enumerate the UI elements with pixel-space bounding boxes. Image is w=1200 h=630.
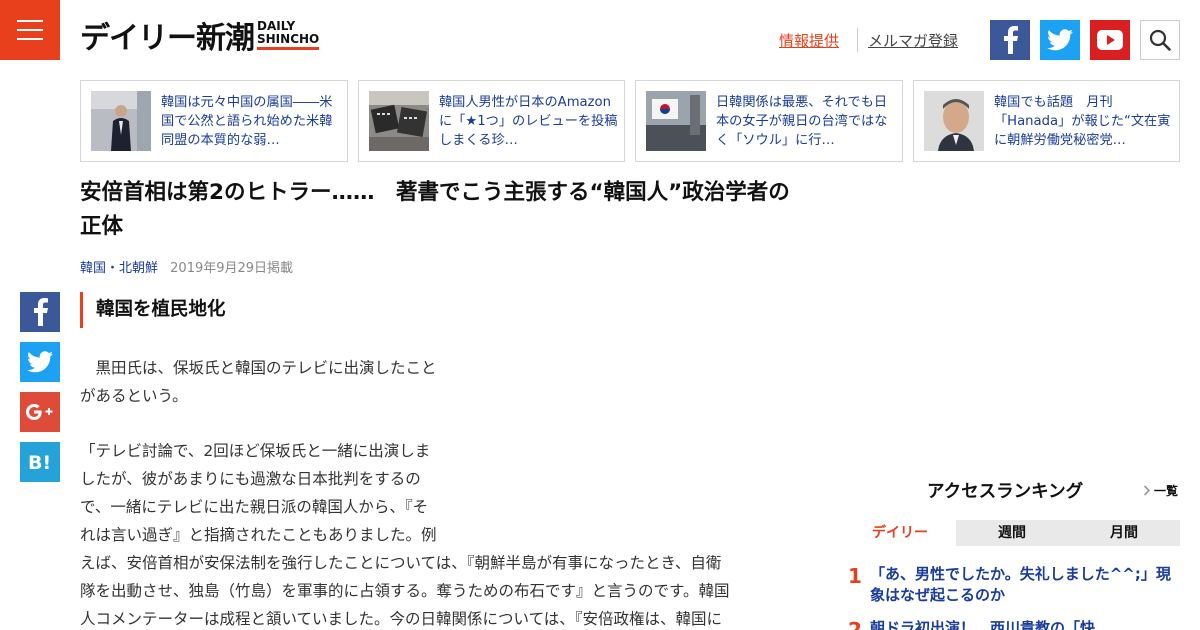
ranking-item[interactable]: 1 「あ、男性でしたか。失礼しました^^;」現象はなぜ起こるのか [848,564,1180,608]
ranking-item-title: 朝ドラ初出演！ 西川貴教の「快 [870,619,1096,630]
menu-icon-bar [17,29,43,31]
newsletter-signup-link[interactable]: メルマガ登録 [868,30,958,51]
ranking-tab-monthly[interactable]: 月間 [1068,520,1180,546]
related-article-thumbnail [91,91,151,151]
site-logo[interactable]: デイリー新潮 DAILY SHINCHO [80,18,320,60]
menu-icon-bar [17,38,43,40]
paragraph-line: 隊を出動させ、独島（竹島）を軍事的に占領する。奪うための布石です』と言うのです。… [80,582,730,600]
menu-button[interactable] [0,0,60,60]
search-button[interactable] [1140,20,1180,60]
twitter-link[interactable] [1040,20,1080,60]
related-article-card[interactable]: 韓国人男性が日本のAmazonに「★1つ」のレビューを投稿しまくる珍… [358,80,625,162]
googleplus-icon [26,403,53,420]
related-article-thumbnail [646,91,706,151]
related-article-thumbnail [924,91,984,151]
ranking-tab-weekly[interactable]: 週間 [956,520,1068,546]
youtube-icon [1097,30,1123,50]
paragraph-line: したが、彼があまりにも過激な日本批判をするの [80,470,421,488]
related-article-thumbnail [369,91,429,151]
paragraph-line: えば、安倍首相が安保法制を強行したことについては、『朝鮮半島が有事になったとき、… [80,554,722,572]
share-googleplus-button[interactable] [20,392,60,432]
logo-en-line2: SHINCHO [257,32,320,46]
related-article-title: 韓国は元々中国の属国――米国で公然と語られ始めた米韓同盟の本質的な弱… [161,95,333,148]
section-heading: 韓国を植民地化 [80,292,226,328]
logo-text-jp: デイリー新潮 [80,21,255,56]
ranking-item[interactable]: 2 朝ドラ初出演！ 西川貴教の「快 [848,618,1180,630]
paragraph-line: 黒田氏は、保坂氏と韓国のテレビに出演したこと [80,359,437,377]
paragraph-line: れは言い過ぎ』と指摘されたこともありました。例 [80,526,437,544]
share-hatena-button[interactable]: B! [20,442,60,482]
related-article-card[interactable]: 韓国でも話題 月刊「Hanada」が報じた“文在寅に朝鮮労働党秘密党… [913,80,1180,162]
info-submission-link[interactable]: 情報提供 [779,30,839,51]
facebook-icon [1004,26,1018,54]
related-article-title: 韓国でも話題 月刊「Hanada」が報じた“文在寅に朝鮮労働党秘密党… [994,95,1171,148]
svg-text:B!: B! [28,452,51,473]
paragraph-line: があるという。 [80,387,188,405]
ranking-tab-daily[interactable]: デイリー [844,520,956,546]
share-twitter-button[interactable] [20,342,60,382]
ranking-number: 1 [848,564,862,588]
paragraph-line: 「テレビ討論で、2回ほど保坂氏と一緒に出演しま [80,442,431,460]
share-facebook-button[interactable] [20,292,60,332]
search-icon [1149,29,1171,51]
ranking-more-link[interactable]: 一覧 [1143,482,1178,499]
related-article-card[interactable]: 日韓関係は最悪、それでも日本の女子が親日の台湾ではなく「ソウル」に行… [635,80,903,162]
ranking-item-title: 「あ、男性でしたか。失礼しました^^;」現象はなぜ起こるのか [870,565,1171,604]
ranking-more-label: 一覧 [1154,484,1179,498]
paragraph-line: で、一緒にテレビに出た親日派の韓国人から、『そ [80,498,429,516]
article-date: 2019年9月29日掲載 [170,261,294,276]
facebook-icon [34,298,48,326]
article-category-link[interactable]: 韓国・北朝鮮 [80,261,158,276]
logo-en-line1: DAILY [257,19,296,33]
ranking-title: アクセスランキング [927,482,1084,502]
ranking-number: 2 [848,618,862,630]
ranking-tabs: デイリー 週間 月間 [844,520,1180,546]
related-article-title: 日韓関係は最悪、それでも日本の女子が親日の台湾ではなく「ソウル」に行… [716,95,888,148]
related-article-title: 韓国人男性が日本のAmazonに「★1つ」のレビューを投稿しまくる珍… [439,95,618,148]
twitter-icon [27,351,53,373]
header-link-divider [857,28,858,52]
twitter-icon [1047,29,1073,51]
article-title: 安倍首相は第2のヒトラー…… 著書でこう主張する“韓国人”政治学者の正体 [80,180,790,239]
facebook-link[interactable] [990,20,1030,60]
chevron-right-icon [1143,485,1151,496]
paragraph-line: 人コメンテーターは成程と頷いていました。今の日韓関係については、『安倍政権は、韓… [80,610,723,628]
related-article-card[interactable]: 韓国は元々中国の属国――米国で公然と語られ始めた米韓同盟の本質的な弱… [80,80,348,162]
menu-icon-bar [17,20,43,22]
hatena-bookmark-icon: B! [28,452,51,473]
article-meta: 韓国・北朝鮮 2019年9月29日掲載 [80,257,293,276]
youtube-link[interactable] [1090,20,1130,60]
logo-text-en: DAILY SHINCHO [257,19,320,50]
